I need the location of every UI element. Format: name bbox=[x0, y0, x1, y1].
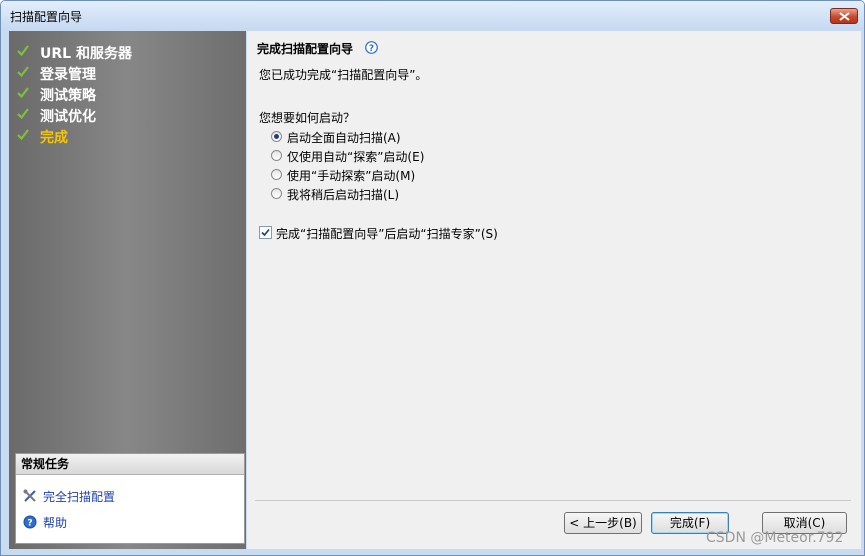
step-label: 测试策略 bbox=[40, 88, 96, 104]
start-question: 您想要如何启动？ bbox=[259, 111, 356, 125]
close-button[interactable] bbox=[830, 8, 858, 24]
steps-panel: URL 和服务器 登录管理 测试策略 测试优化 完成 常规任务 完全扫描配置 ?… bbox=[9, 31, 246, 549]
radio-button[interactable] bbox=[271, 131, 282, 142]
help-icon: ? bbox=[23, 515, 37, 529]
checkbox-label[interactable]: 完成“扫描配置向导”后启动“扫描专家”(S) bbox=[276, 225, 498, 242]
step-label: URL 和服务器 bbox=[40, 46, 132, 62]
radio-button[interactable] bbox=[271, 150, 282, 161]
page-heading: 完成扫描配置向导 bbox=[257, 42, 354, 56]
wrench-screwdriver-icon bbox=[23, 489, 36, 502]
help-icon[interactable]: ? bbox=[365, 41, 378, 54]
task-link-label[interactable]: 帮助 bbox=[43, 514, 67, 531]
task-link-label[interactable]: 完全扫描配置 bbox=[43, 488, 115, 505]
wizard-window: 扫描配置向导 URL 和服务器 登录管理 测试策略 测试优化 完成 常规任务 完… bbox=[0, 0, 865, 556]
title-bar[interactable]: 扫描配置向导 bbox=[1, 1, 864, 30]
radio-label[interactable]: 仅使用自动“探索”启动(E) bbox=[287, 148, 424, 165]
checkmark-icon bbox=[17, 108, 29, 119]
checkmark-icon bbox=[17, 129, 29, 140]
step-label: 测试优化 bbox=[40, 109, 96, 125]
step-label: 登录管理 bbox=[40, 67, 96, 83]
tasks-header: 常规任务 bbox=[16, 454, 244, 475]
svg-text:?: ? bbox=[27, 519, 32, 529]
checkmark-icon bbox=[17, 66, 29, 77]
success-message: 您已成功完成“扫描配置向导”。 bbox=[259, 68, 428, 82]
divider bbox=[255, 500, 851, 501]
checkmark-icon bbox=[261, 228, 270, 237]
close-icon bbox=[839, 12, 850, 21]
back-button[interactable]: < 上一步(B) bbox=[564, 512, 642, 534]
start-scan-expert-checkbox[interactable] bbox=[259, 226, 272, 239]
watermark: CSDN @Meteor.792 bbox=[706, 530, 844, 546]
checkmark-icon bbox=[17, 45, 29, 56]
radio-button[interactable] bbox=[271, 188, 282, 199]
radio-button[interactable] bbox=[271, 169, 282, 180]
radio-label[interactable]: 我将稍后启动扫描(L) bbox=[287, 186, 399, 203]
common-tasks-panel: 常规任务 完全扫描配置 ? 帮助 bbox=[15, 453, 245, 544]
svg-text:?: ? bbox=[369, 44, 374, 54]
checkmark-icon bbox=[17, 87, 29, 98]
main-content: 完成扫描配置向导 ? 您已成功完成“扫描配置向导”。 您想要如何启动？ 启动全面… bbox=[247, 31, 861, 549]
step-label: 完成 bbox=[40, 130, 68, 146]
window-title: 扫描配置向导 bbox=[10, 10, 83, 24]
radio-label[interactable]: 启动全面自动扫描(A) bbox=[287, 129, 401, 146]
radio-label[interactable]: 使用“手动探索”启动(M) bbox=[287, 167, 415, 184]
